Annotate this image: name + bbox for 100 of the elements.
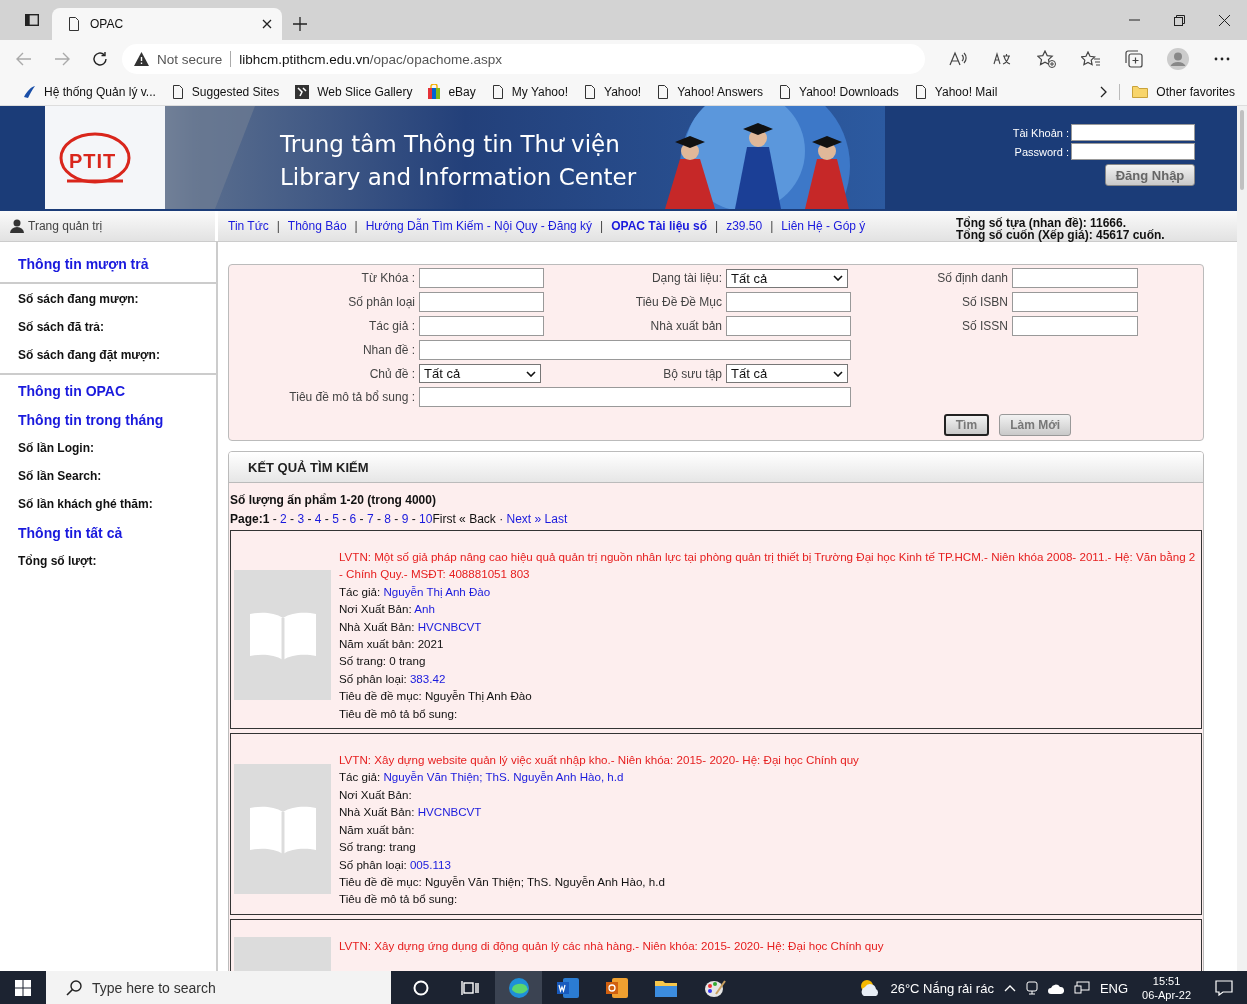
refresh-icon[interactable] (92, 51, 108, 67)
sidebar-heading[interactable]: Thông tin tất cả (0, 519, 216, 548)
page-nav-link[interactable]: Next » (506, 512, 542, 526)
favorite-link[interactable]: My Yahoo! (511, 84, 569, 99)
text-field[interactable] (1012, 292, 1138, 312)
address-bar[interactable]: Not secure libhcm.ptithcm.edu.vn/opac/opachome.aspx (122, 44, 925, 74)
profile-icon[interactable] (1167, 48, 1189, 70)
text-field[interactable] (419, 268, 544, 288)
favorite-link[interactable]: eBay (448, 84, 476, 99)
clock[interactable]: 15:51 06-Apr-22 (1142, 974, 1191, 1002)
weather-icon[interactable] (858, 979, 881, 997)
record-link[interactable]: Nguyễn Văn Thiện; ThS. Nguyễn Anh Hào, h.d (383, 770, 624, 784)
paint-icon[interactable] (703, 978, 726, 998)
scrollbar-thumb[interactable] (1240, 110, 1244, 190)
add-favorite-icon[interactable] (1036, 50, 1056, 68)
password-field[interactable] (1071, 143, 1195, 160)
admin-link[interactable]: Trang quản trị (28, 219, 103, 233)
text-field[interactable] (1012, 268, 1138, 288)
dropdown[interactable]: Tất cả (726, 268, 848, 288)
banner-title: Trung tâm Thông tin Thư viện (280, 130, 621, 159)
folder-icon[interactable] (654, 979, 677, 997)
text-field[interactable] (419, 316, 544, 336)
outlook-icon[interactable] (605, 978, 628, 998)
dropdown[interactable]: Tất cả (419, 364, 541, 383)
windows-icon[interactable] (15, 980, 31, 996)
favorite-link[interactable]: Yahoo! (604, 84, 642, 99)
record-title[interactable]: LVTN: Một số giả pháp nâng cao hiệu quả quản trị nguồn nhân lực tại phòng quản trị thiết bị Trường Đại học Kinh tế TP.HCM.- Niên khóa 2008- 2011.- Hệ: Văn bằng 2 - Chính Quy.- MSĐT: 408881051 803 (339, 548, 1197, 583)
nav-link[interactable]: Thông Báo (287, 219, 347, 233)
task-view-icon[interactable] (460, 980, 479, 996)
nav-link[interactable]: Liên Hệ - Góp ý (781, 219, 866, 233)
text-field[interactable] (419, 292, 544, 312)
record-field: Số trang: 0 trang (339, 652, 1197, 670)
text-field[interactable] (419, 340, 851, 360)
nav-link[interactable]: Hướng Dẫn Tìm Kiếm - Nội Quy - Đăng ký (365, 219, 593, 233)
favorite-link[interactable]: Web Slice Gallery (317, 84, 413, 99)
book-icon (247, 610, 318, 661)
page-link[interactable]: 5 (332, 512, 339, 526)
page-icon (171, 84, 184, 99)
page-icon (914, 84, 927, 99)
record-link[interactable]: 005.113 (409, 857, 451, 871)
record-link[interactable]: Anh (414, 602, 435, 616)
tab-actions-icon[interactable] (25, 14, 39, 26)
close-icon[interactable] (1219, 14, 1230, 26)
network-icon[interactable] (1073, 981, 1090, 995)
new-tab-icon[interactable] (293, 17, 307, 31)
record-field: Tiêu đề đề mục: Nguyễn Thị Anh Đào (339, 687, 1197, 705)
record-link[interactable]: HVCNBCVT (417, 619, 482, 633)
page-link[interactable]: 9 (401, 512, 409, 526)
sidebar-heading[interactable]: Thông tin trong tháng (0, 406, 216, 435)
favorite-link[interactable]: Hệ thống Quản lý v... (44, 84, 156, 99)
record-link[interactable]: Nguyễn Thị Anh Đào (383, 584, 491, 598)
text-field[interactable] (419, 387, 851, 407)
cloud-icon[interactable] (1047, 982, 1064, 994)
page-link[interactable]: 4 (314, 512, 322, 526)
favorite-link[interactable]: Yahoo! Downloads (799, 84, 899, 99)
account-field[interactable] (1071, 124, 1195, 141)
collections-icon[interactable] (1125, 50, 1143, 68)
favorites-icon[interactable] (1080, 51, 1100, 67)
nav-link[interactable]: OPAC Tài liệu số (611, 219, 708, 233)
browser-tab[interactable]: OPAC (52, 8, 282, 40)
favorite-link[interactable]: Yahoo! Mail (934, 84, 998, 99)
edge-icon[interactable] (507, 977, 530, 999)
record-link[interactable]: HVCNBCVT (417, 805, 482, 819)
more-icon[interactable] (1214, 57, 1230, 61)
notification-icon[interactable] (1215, 980, 1233, 996)
text-field[interactable] (1012, 316, 1138, 336)
restore-icon[interactable] (1174, 14, 1185, 26)
nav-link[interactable]: z39.50 (726, 219, 763, 233)
sidebar-heading[interactable]: Thông tin OPAC (0, 377, 216, 406)
sidebar-heading[interactable]: Thông tin mượn trả (0, 250, 216, 279)
nav-link[interactable]: Tin Tức (228, 219, 269, 233)
record-title[interactable]: LVTN: Xây dựng ứng dụng di động quản lý các nhà hàng.- Niên khóa: 2015- 2020- Hệ: Đại học Chính quy (339, 936, 1197, 955)
read-aloud-icon[interactable] (949, 51, 967, 67)
word-icon[interactable] (556, 978, 579, 998)
weather-text[interactable]: 26°C Nắng rải rác (890, 980, 994, 996)
close-icon[interactable] (262, 19, 272, 29)
meet-icon[interactable] (1025, 981, 1038, 995)
page-link[interactable]: 7 (366, 512, 374, 526)
record-title[interactable]: LVTN: Xây dựng website quản lý việc xuất nhập kho.- Niên khóa: 2015- 2020- Hệ: Đại học Chính quy (339, 751, 1197, 769)
chevron-up-icon[interactable] (1003, 984, 1016, 992)
page-link[interactable]: 2 (280, 512, 287, 526)
favorite-link[interactable]: Yahoo! Answers (677, 84, 763, 99)
favorite-link[interactable]: Other favorites (1156, 84, 1235, 99)
cortana-icon[interactable] (412, 980, 429, 996)
login-button[interactable]: Đăng Nhập (1105, 164, 1195, 186)
page-link[interactable]: 3 (297, 512, 305, 526)
page-link[interactable]: 1 (262, 512, 270, 526)
chevron-icon[interactable] (1100, 85, 1108, 98)
taskbar-search-field[interactable]: Type here to search (46, 971, 391, 1004)
page-link[interactable]: 10 (419, 512, 433, 526)
favorite-link[interactable]: Suggested Sites (191, 84, 280, 99)
dropdown[interactable]: Tất cả (726, 364, 848, 383)
page-link[interactable]: 8 (384, 512, 391, 526)
text-field[interactable] (726, 316, 851, 336)
page-nav-link[interactable]: Last (544, 512, 568, 526)
text-field[interactable] (726, 292, 851, 312)
translate-icon[interactable] (993, 52, 1011, 66)
page-link[interactable]: 6 (349, 512, 357, 526)
record-link[interactable]: 383.42 (409, 671, 446, 685)
language-indicator[interactable]: ENG (1099, 980, 1129, 996)
